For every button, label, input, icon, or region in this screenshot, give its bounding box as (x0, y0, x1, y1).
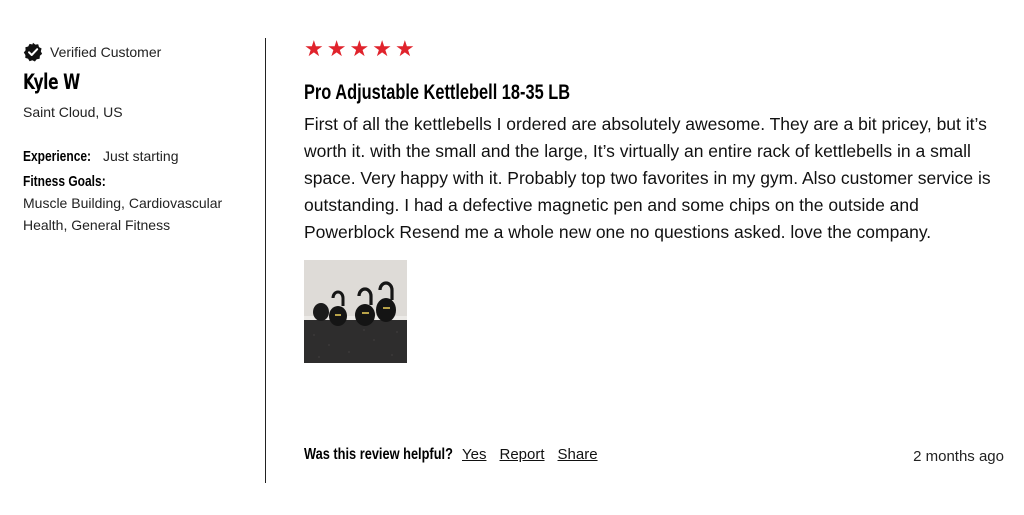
verified-badge: Verified Customer (23, 40, 253, 64)
star-icon: ★ (304, 36, 324, 61)
experience-row: Experience: Just starting (23, 148, 253, 165)
review-footer: Was this review helpful? Yes Report Shar… (304, 446, 1004, 465)
helpful-question: Was this review helpful? (304, 446, 453, 463)
star-rating: ★ ★ ★ ★ ★ (304, 36, 1004, 62)
star-icon: ★ (372, 36, 392, 61)
experience-label: Experience: (23, 148, 92, 165)
review-body: First of all the kettlebells I ordered a… (304, 114, 991, 242)
reviewer-name: Kyle W (23, 70, 80, 94)
verified-label: Verified Customer (50, 44, 162, 60)
review-timestamp: 2 months ago (913, 448, 1004, 465)
review-photo-thumbnail[interactable] (304, 260, 407, 363)
experience-value: Just starting (103, 148, 179, 164)
fitness-goals-label: Fitness Goals: (23, 173, 106, 190)
review-content: ★ ★ ★ ★ ★ Pro Adjustable Kettlebell 18-35 LB… (304, 36, 1004, 363)
helpful-yes-link[interactable]: Yes (462, 446, 486, 463)
star-icon: ★ (394, 36, 415, 61)
column-divider (265, 38, 266, 483)
star-icon: ★ (349, 36, 370, 61)
fitness-goals-value: Muscle Building, Cardiovascular Health, … (23, 195, 223, 233)
reviewer-location: Saint Cloud, US (23, 104, 123, 120)
star-icon: ★ (326, 36, 347, 61)
review-title: Pro Adjustable Kettlebell 18-35 LB (304, 81, 571, 104)
reviewer-info: Verified Customer Kyle W Saint Cloud, US… (23, 40, 253, 236)
review-card: Verified Customer Kyle W Saint Cloud, US… (0, 0, 1024, 515)
verified-check-icon (23, 42, 43, 62)
report-link[interactable]: Report (499, 446, 544, 463)
share-link[interactable]: Share (558, 446, 598, 463)
